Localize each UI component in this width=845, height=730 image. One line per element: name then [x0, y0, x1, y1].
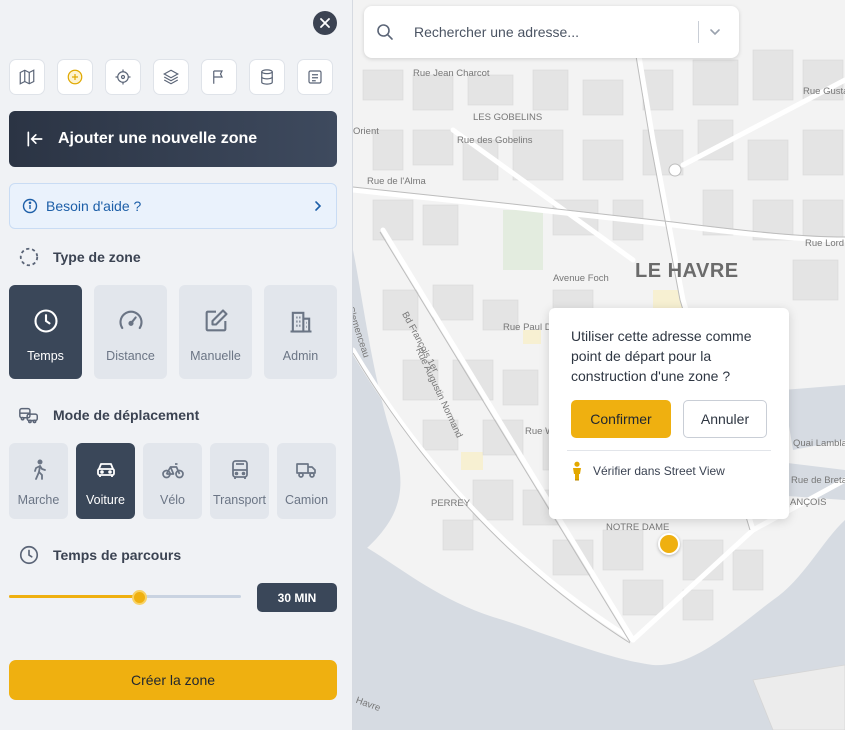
- info-icon: [22, 198, 38, 214]
- create-zone-button[interactable]: Créer la zone: [9, 660, 337, 700]
- map-street-label: Rue Lord Ki: [805, 238, 845, 249]
- travel-mode-options: Marche Voiture Vélo Transport Camion: [9, 443, 336, 519]
- popup-divider: [567, 450, 771, 451]
- zone-type-manuelle[interactable]: Manuelle: [179, 285, 252, 379]
- chevron-right-icon: [315, 201, 322, 211]
- slider-thumb[interactable]: [131, 590, 147, 605]
- add-circle-icon: [67, 69, 83, 85]
- chevron-down-icon[interactable]: [709, 26, 721, 38]
- tool-report-button[interactable]: [297, 59, 333, 95]
- travel-mode-velo[interactable]: Vélo: [143, 443, 202, 519]
- layers-icon: [163, 69, 179, 85]
- cancel-button[interactable]: Annuler: [683, 400, 767, 438]
- address-search-box: [364, 6, 739, 58]
- map-district-label: PERREY: [431, 498, 471, 509]
- document-icon: [308, 70, 322, 84]
- flag-icon: [213, 70, 223, 84]
- map-icon: [19, 69, 35, 85]
- map-street-label: Orient: [353, 126, 379, 137]
- dashed-circle-icon: [19, 247, 39, 267]
- popup-actions: Confirmer Annuler: [571, 400, 767, 438]
- bike-icon: [161, 463, 184, 479]
- popup-message: Utiliser cette adresse comme point de dé…: [571, 328, 752, 384]
- confirm-button[interactable]: Confirmer: [571, 400, 671, 438]
- gauge-icon: [118, 310, 143, 330]
- walk-icon: [33, 459, 46, 480]
- pegman-icon: [573, 461, 581, 481]
- crosshair-icon: [115, 69, 131, 85]
- toolbar: [9, 59, 333, 95]
- street-view-label: Vérifier dans Street View: [593, 464, 725, 478]
- search-icon: [377, 24, 393, 40]
- location-marker[interactable]: [658, 533, 680, 555]
- map-district-label: LES GOBELINS: [473, 112, 543, 123]
- travel-time-slider[interactable]: [9, 590, 241, 605]
- travel-mode-section-title: Mode de déplacement: [18, 404, 199, 426]
- travel-mode-marche[interactable]: Marche: [9, 443, 68, 519]
- travel-mode-transport[interactable]: Transport: [210, 443, 269, 519]
- map[interactable]: Rue Jean Charcot LES GOBELINS Rue des Go…: [353, 0, 845, 730]
- search-divider: [698, 21, 699, 43]
- map-district-label: NOTRE DAME: [606, 522, 670, 533]
- sidebar: Ajouter une nouvelle zone Besoin d'aide …: [0, 0, 353, 730]
- tool-data-button[interactable]: [249, 59, 285, 95]
- close-icon: [320, 18, 330, 28]
- tool-add-zone-button[interactable]: [57, 59, 93, 95]
- tool-layers-button[interactable]: [153, 59, 189, 95]
- map-street-label: Rue Gustav: [803, 86, 845, 97]
- map-street-label: Rue Paul D: [503, 322, 552, 333]
- vehicles-icon: [19, 407, 38, 424]
- building-icon: [290, 311, 311, 333]
- start-point-popup: Utiliser cette adresse comme point de dé…: [549, 308, 789, 519]
- truck-icon: [295, 463, 316, 478]
- map-street-label: Rue des Gobelins: [457, 135, 533, 146]
- travel-mode-voiture[interactable]: Voiture: [76, 443, 135, 519]
- map-street-label: Rue de Bretagn: [791, 475, 845, 486]
- tool-flag-button[interactable]: [201, 59, 237, 95]
- database-icon: [261, 69, 273, 85]
- close-button[interactable]: [313, 11, 337, 35]
- edit-icon: [205, 309, 228, 332]
- back-arrow-icon[interactable]: [25, 129, 45, 149]
- zone-type-temps[interactable]: Temps: [9, 285, 82, 379]
- zone-type-admin[interactable]: Admin: [264, 285, 337, 379]
- city-label: LE HAVRE: [635, 260, 739, 282]
- help-link[interactable]: Besoin d'aide ?: [9, 183, 337, 229]
- zone-type-section-title: Type de zone: [18, 246, 141, 268]
- tool-locate-button[interactable]: [105, 59, 141, 95]
- street-view-link[interactable]: Vérifier dans Street View: [571, 461, 767, 481]
- map-street-label: Quai Lambla: [793, 438, 845, 449]
- zone-type-options: Temps Distance Manuelle Admin: [9, 285, 337, 379]
- travel-time-section-title: Temps de parcours: [18, 544, 181, 566]
- panel-title: Ajouter une nouvelle zone: [58, 130, 258, 147]
- map-street-label: Rue de l'Alma: [367, 176, 426, 187]
- help-label: Besoin d'aide ?: [46, 198, 142, 214]
- travel-mode-camion[interactable]: Camion: [277, 443, 336, 519]
- slider-fill: [9, 595, 139, 598]
- tool-map-button[interactable]: [9, 59, 45, 95]
- clock-outline-icon: [19, 545, 39, 565]
- map-district-label: ANÇOIS: [790, 497, 827, 508]
- panel-header: Ajouter une nouvelle zone: [9, 111, 337, 167]
- car-icon: [96, 463, 115, 477]
- bus-icon: [231, 460, 248, 479]
- clock-icon: [33, 309, 58, 333]
- map-street-label: Rue Jean Charcot: [413, 68, 490, 79]
- travel-time-value: 30 MIN: [257, 583, 337, 612]
- address-search-input[interactable]: [414, 24, 698, 40]
- map-street-label: Avenue Foch: [553, 273, 609, 284]
- zone-type-distance[interactable]: Distance: [94, 285, 167, 379]
